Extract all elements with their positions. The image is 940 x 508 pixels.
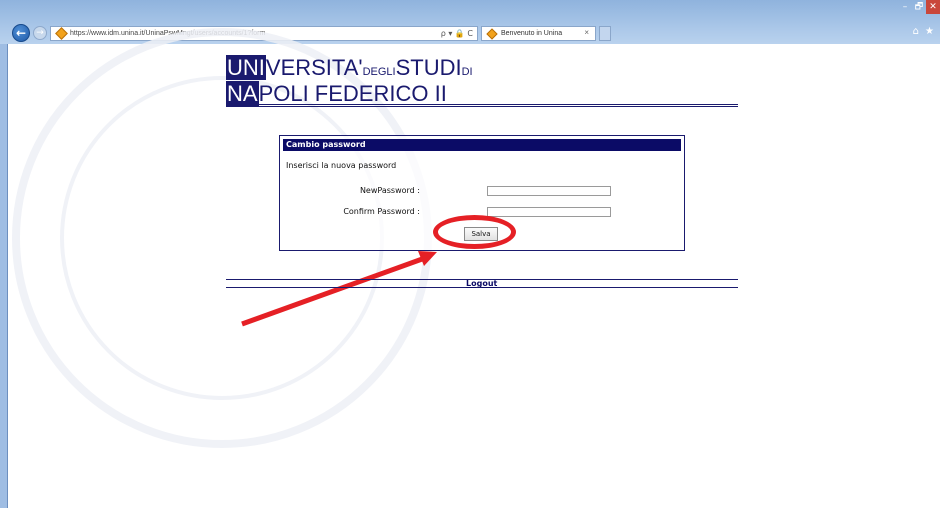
logout-link[interactable]: Logout — [466, 279, 497, 288]
highlight-arrow — [241, 251, 437, 327]
